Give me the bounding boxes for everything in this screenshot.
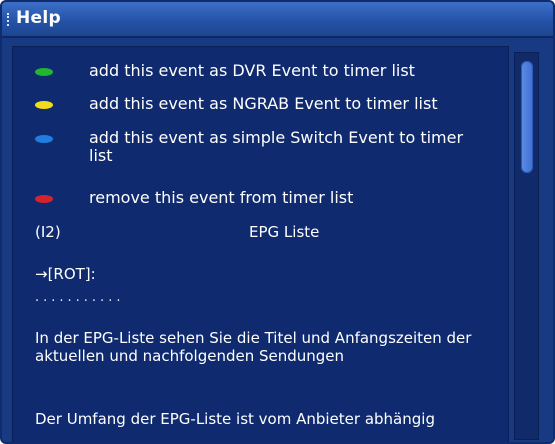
paragraph-2: Der Umfang der EPG-Liste ist vom Anbiete… [35, 410, 435, 428]
title-grip-icon [7, 13, 12, 26]
legend-label-green: add this event as DVR Event to timer lis… [89, 61, 415, 80]
window-title: Help [16, 8, 61, 28]
section-heading: EPG Liste [249, 223, 320, 241]
section-index: (I2) [35, 223, 61, 241]
legend-label-blue: add this event as simple Switch Event to… [89, 128, 464, 165]
title-bar: Help [2, 2, 553, 38]
help-window: Help add this event as DVR Event to time… [0, 0, 555, 444]
scrollbar-thumb[interactable] [521, 61, 533, 173]
scrollbar[interactable] [514, 52, 539, 440]
dotted-separator: ........... [35, 290, 125, 305]
legend-label-yellow: add this event as NGRAB Event to timer l… [89, 94, 438, 113]
key-line: →[ROT]: [35, 265, 96, 283]
paragraph-1: In der EPG-Liste sehen Sie die Titel und… [35, 329, 472, 365]
blue-key-icon [35, 135, 53, 143]
yellow-key-icon [35, 101, 53, 109]
green-key-icon [35, 68, 53, 76]
red-key-icon [35, 195, 53, 203]
legend-label-red: remove this event from timer list [89, 188, 354, 207]
help-content: add this event as DVR Event to timer lis… [12, 46, 509, 442]
